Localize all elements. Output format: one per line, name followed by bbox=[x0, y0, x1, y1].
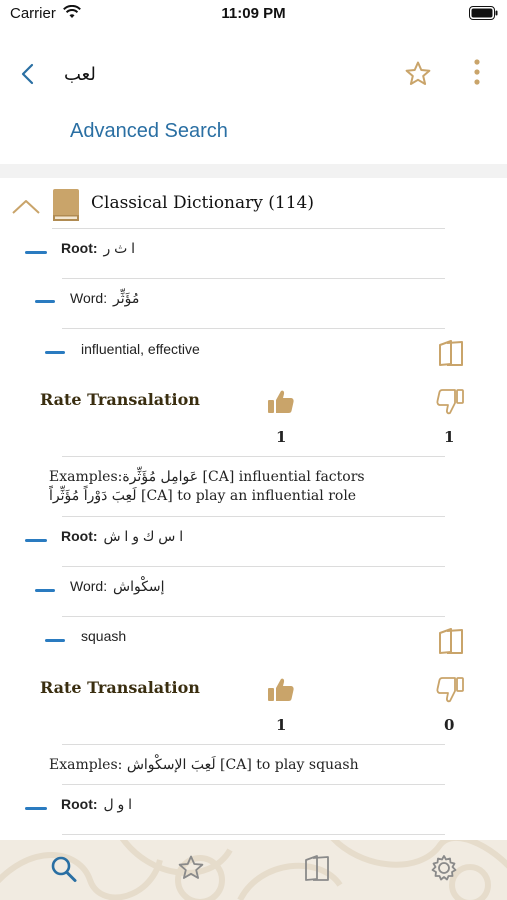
advanced-search-link[interactable]: Advanced Search bbox=[70, 120, 228, 143]
word-dash bbox=[35, 300, 55, 303]
divider bbox=[52, 228, 445, 229]
divider bbox=[62, 516, 445, 517]
book-icon bbox=[305, 855, 329, 881]
tab-search[interactable] bbox=[50, 854, 78, 889]
status-bar: Carrier 11:09 PM bbox=[0, 0, 507, 28]
word-value: مُؤَثِّر bbox=[112, 290, 140, 306]
divider bbox=[62, 328, 445, 329]
thumbs-up-count: 1 bbox=[276, 716, 287, 734]
word-row[interactable]: Word: مُؤَثِّر bbox=[70, 290, 139, 307]
thumbs-down-icon[interactable] bbox=[435, 388, 465, 421]
root-label: Root: bbox=[61, 796, 98, 812]
tab-settings[interactable] bbox=[430, 854, 458, 887]
examples-block: Examples:عَوامِل مُؤَثِّرة [CA] influent… bbox=[49, 468, 365, 506]
divider bbox=[62, 616, 445, 617]
root-dash bbox=[25, 807, 47, 810]
thumbs-down-icon[interactable] bbox=[435, 676, 465, 709]
tab-favorites[interactable] bbox=[177, 854, 205, 887]
rate-translation-label: Rate Transalation bbox=[40, 678, 200, 697]
word-label: Word: bbox=[70, 290, 108, 306]
example-text: عَوامِل مُؤَثِّرة [CA] influential facto… bbox=[122, 469, 365, 485]
examples-block: Examples: لَعِبَ الإسكْواش [CA] to play … bbox=[49, 756, 359, 775]
example-text: لَعِبَ دَوْراً مُؤَثِّراً [CA] to play a… bbox=[49, 488, 357, 504]
back-chevron-icon[interactable] bbox=[18, 62, 38, 91]
gear-icon bbox=[431, 855, 457, 881]
word-dash bbox=[35, 589, 55, 592]
open-book-icon[interactable] bbox=[437, 627, 465, 660]
rate-translation-label: Rate Transalation bbox=[40, 390, 200, 409]
root-value: ا ث ر bbox=[103, 240, 136, 256]
divider bbox=[62, 566, 445, 567]
divider bbox=[62, 278, 445, 279]
divider bbox=[62, 834, 445, 835]
example-text: لَعِبَ الإسكْواش [CA] to play squash bbox=[126, 757, 359, 773]
meaning-text: influential, effective bbox=[81, 341, 200, 357]
examples-label: Examples: bbox=[49, 469, 123, 485]
search-icon bbox=[51, 856, 77, 882]
thumbs-up-count: 1 bbox=[276, 428, 287, 446]
meaning-dash bbox=[45, 351, 65, 354]
clock: 11:09 PM bbox=[221, 5, 286, 22]
section-separator bbox=[0, 164, 507, 178]
example-line: لَعِبَ دَوْراً مُؤَثِّراً [CA] to play a… bbox=[49, 487, 365, 506]
chevron-up-icon[interactable] bbox=[10, 196, 42, 221]
more-options-icon[interactable] bbox=[470, 58, 484, 93]
root-row[interactable]: Root: ا ث ر bbox=[61, 240, 135, 257]
root-label: Root: bbox=[61, 528, 98, 544]
examples-label: Examples: bbox=[49, 757, 123, 773]
word-label: Word: bbox=[70, 578, 108, 594]
search-term-title: لعب bbox=[64, 64, 96, 84]
section-title: Classical Dictionary (114) bbox=[91, 193, 314, 213]
star-icon bbox=[178, 855, 204, 879]
battery-icon bbox=[469, 6, 499, 25]
dictionary-book-icon bbox=[52, 188, 80, 227]
root-dash bbox=[25, 539, 47, 542]
thumbs-down-count: 1 bbox=[444, 428, 455, 446]
tab-dictionary[interactable] bbox=[303, 854, 331, 887]
divider bbox=[62, 456, 445, 457]
open-book-icon[interactable] bbox=[437, 339, 465, 372]
tab-bar bbox=[0, 840, 507, 900]
meaning-dash bbox=[45, 639, 65, 642]
favorite-star-icon[interactable] bbox=[404, 60, 432, 93]
example-line: Examples:عَوامِل مُؤَثِّرة [CA] influent… bbox=[49, 468, 365, 487]
meaning-text: squash bbox=[81, 628, 127, 644]
root-row[interactable]: Root: ا س ك و ا ش bbox=[61, 528, 183, 545]
word-value: إسكْواش bbox=[112, 578, 165, 594]
root-dash bbox=[25, 251, 47, 254]
root-row[interactable]: Root: ا و ل bbox=[61, 796, 132, 813]
root-value: ا س ك و ا ش bbox=[103, 528, 184, 544]
dictionary-section-header[interactable]: Classical Dictionary (114) bbox=[0, 184, 507, 226]
root-value: ا و ل bbox=[103, 796, 133, 812]
navigation-bar: لعب bbox=[0, 40, 507, 110]
thumbs-up-icon[interactable] bbox=[267, 389, 295, 420]
thumbs-up-icon[interactable] bbox=[267, 677, 295, 708]
word-row[interactable]: Word: إسكْواش bbox=[70, 578, 165, 595]
divider bbox=[62, 784, 445, 785]
example-line: Examples: لَعِبَ الإسكْواش [CA] to play … bbox=[49, 756, 359, 775]
thumbs-down-count: 0 bbox=[444, 716, 455, 734]
root-label: Root: bbox=[61, 240, 98, 256]
divider bbox=[62, 744, 445, 745]
